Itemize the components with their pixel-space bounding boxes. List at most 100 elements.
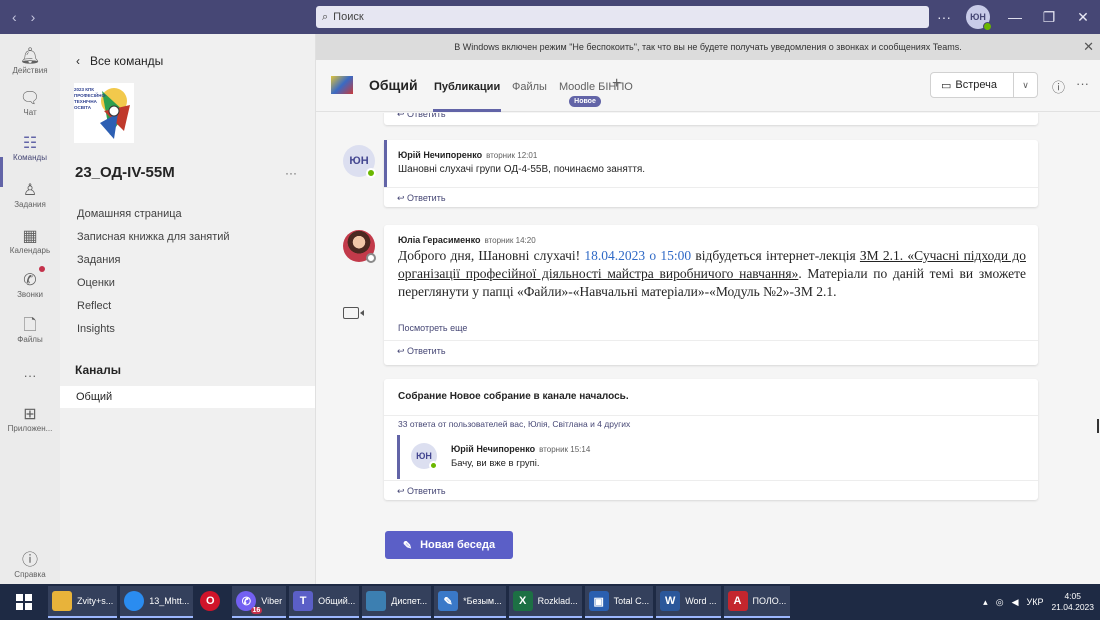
- taskbar-label: Zvity+s...: [77, 596, 114, 606]
- new-conversation-label: Новая беседа: [420, 539, 496, 551]
- taskbar-item-explorer[interactable]: Zvity+s...: [48, 586, 118, 618]
- post-meta: Юрій Нечипоренко вторник 12:01: [398, 149, 537, 161]
- rail-item-chat[interactable]: 🗨︎ Чат: [0, 90, 60, 117]
- rail-label: Календарь: [9, 246, 51, 255]
- reply-accent: [397, 435, 400, 479]
- rail-item-apps[interactable]: ⊞ Приложен...: [0, 406, 60, 433]
- author-avatar[interactable]: ЮН: [343, 145, 376, 178]
- reply-author-avatar[interactable]: ЮН: [411, 443, 438, 470]
- user-avatar[interactable]: ЮН: [966, 5, 992, 31]
- back-arrow-icon[interactable]: ‹: [12, 9, 17, 25]
- rail-item-files[interactable]: 🗋︎ Файлы: [0, 317, 60, 344]
- scrollbar-thumb[interactable]: [1097, 419, 1099, 433]
- channel-general[interactable]: Общий: [60, 386, 315, 408]
- rail-label: Звонки: [17, 290, 43, 299]
- taskbar-item-opera[interactable]: O: [196, 586, 229, 618]
- more-options-icon[interactable]: ···: [930, 9, 958, 25]
- taskbar-item-word[interactable]: W Word ...: [656, 586, 721, 618]
- chevron-down-icon[interactable]: ∨: [1013, 73, 1037, 97]
- link-reflect[interactable]: Reflect: [77, 300, 111, 312]
- rail-item-more[interactable]: ···: [0, 368, 60, 383]
- rail-label: Действия: [12, 66, 48, 75]
- see-more-link[interactable]: Посмотреть еще: [398, 323, 467, 333]
- close-icon[interactable]: ✕: [1083, 39, 1094, 55]
- chevron-up-icon[interactable]: ▴: [983, 597, 988, 608]
- link-notebook[interactable]: Записная книжка для занятий: [77, 231, 230, 243]
- taskbar-item-total-commander[interactable]: ▣ Total C...: [584, 586, 654, 618]
- team-more-icon[interactable]: ···: [285, 166, 297, 180]
- rail-item-activity[interactable]: 🔔︎ Действия: [0, 48, 60, 75]
- taskbar-label: Word ...: [685, 596, 717, 606]
- link-grades[interactable]: Оценки: [77, 277, 115, 289]
- taskbar-item-pdf[interactable]: A ПОЛО...: [723, 586, 791, 618]
- reply-button[interactable]: ↩ Ответить: [384, 113, 1038, 123]
- more-options-icon[interactable]: ···: [1076, 76, 1089, 91]
- start-button[interactable]: [0, 584, 48, 620]
- taskbar-label: Rozklad...: [537, 596, 578, 606]
- info-icon[interactable]: ⓘ: [1052, 77, 1065, 96]
- close-icon[interactable]: ✕: [1066, 0, 1100, 34]
- taskbar-label: 13_Mhtt...: [149, 596, 190, 606]
- reply-body: Бачу, ви вже в групі.: [451, 458, 540, 469]
- windows-logo-icon: [16, 594, 32, 610]
- taskbar-item-chrome[interactable]: 13_Mhtt...: [120, 586, 194, 618]
- search-input[interactable]: ⌕ Поиск: [316, 6, 929, 28]
- channel-title: Общий: [369, 77, 418, 93]
- rail-label: Команды: [13, 153, 47, 162]
- teams-icon: T: [293, 591, 314, 611]
- taskbar-item-task-manager[interactable]: Диспет...: [362, 586, 432, 618]
- reply-button[interactable]: ↩ Ответить: [384, 340, 1038, 360]
- link-insights[interactable]: Insights: [77, 323, 115, 335]
- tab-posts[interactable]: Публикации: [434, 81, 500, 93]
- meeting-title: Собрание Новое собрание в канале началос…: [398, 391, 629, 402]
- language-indicator[interactable]: УКР: [1026, 597, 1043, 607]
- all-teams-link[interactable]: ‹ Все команды: [76, 54, 163, 68]
- taskbar-label: Viber: [261, 596, 283, 606]
- author-avatar[interactable]: [343, 230, 376, 263]
- rail-item-calendar[interactable]: ▦ Календарь: [0, 228, 60, 255]
- reply-label: Ответить: [407, 113, 446, 119]
- file-icon: 🗋︎: [23, 317, 37, 334]
- taskbar-item-excel[interactable]: X Rozklad...: [508, 586, 582, 618]
- maximize-icon[interactable]: ❐: [1032, 0, 1066, 34]
- minimize-icon[interactable]: —: [998, 0, 1032, 34]
- add-tab-icon[interactable]: +: [612, 75, 621, 93]
- post-meta: Юліа Герасименко вторник 14:20: [398, 234, 536, 246]
- assignments-icon: ♙: [22, 182, 38, 199]
- taskbar-item-paint[interactable]: ✎ *Безым...: [434, 586, 506, 618]
- post-date-link[interactable]: 18.04.2023 о 15:00: [584, 248, 691, 263]
- rail-item-assignments[interactable]: ♙ Задания: [0, 182, 60, 209]
- network-icon[interactable]: ◎: [996, 597, 1004, 608]
- taskbar-item-teams[interactable]: T Общий...: [289, 586, 360, 618]
- post-card: Юліа Герасименко вторник 14:20 Доброго дн…: [384, 225, 1038, 365]
- new-conversation-button[interactable]: ✎ Новая беседа: [385, 531, 513, 559]
- clock-date: 21.04.2023: [1051, 602, 1094, 612]
- tab-files[interactable]: Файлы: [512, 81, 547, 93]
- taskbar-item-viber[interactable]: ✆ 16 Viber: [232, 586, 287, 618]
- rail-item-help[interactable]: ⓘ Справка: [0, 552, 60, 579]
- reply-author: Юрій Нечипоренко: [451, 444, 536, 454]
- reply-button[interactable]: ↩ Ответить: [384, 187, 1038, 207]
- rail-label: Задания: [14, 200, 46, 209]
- dnd-banner: В Windows включен режим "Не беспокоить",…: [316, 34, 1100, 60]
- link-assignments[interactable]: Задания: [77, 254, 120, 266]
- dnd-banner-text: В Windows включен режим "Не беспокоить",…: [454, 42, 962, 52]
- reply-button[interactable]: ↩ Ответить: [384, 480, 1038, 500]
- link-home[interactable]: Домашняя страница: [77, 208, 182, 220]
- reply-meta: Юрій Нечипоренко вторник 15:14: [451, 443, 590, 455]
- paint-icon: ✎: [438, 591, 459, 611]
- replies-summary-link[interactable]: 33 ответа от пользователей вас, Юлія, Св…: [398, 419, 630, 429]
- rail-item-calls[interactable]: ✆ Звонки: [0, 272, 60, 299]
- rail-label: Справка: [14, 570, 46, 579]
- excel-icon: X: [512, 591, 533, 611]
- post-accent: [384, 140, 387, 187]
- volume-icon[interactable]: ◀: [1012, 597, 1019, 608]
- word-icon: W: [660, 591, 681, 611]
- clock[interactable]: 4:05 21.04.2023: [1051, 591, 1094, 613]
- unread-count-badge: 16: [250, 607, 263, 614]
- post-author: Юрій Нечипоренко: [398, 150, 483, 160]
- meet-button[interactable]: ▭ Встреча ∨: [930, 72, 1038, 98]
- forward-arrow-icon[interactable]: ›: [31, 9, 36, 25]
- tab-moodle[interactable]: Moodle БІНПО: [559, 81, 633, 93]
- rail-item-teams[interactable]: ☷ Команды: [0, 135, 60, 162]
